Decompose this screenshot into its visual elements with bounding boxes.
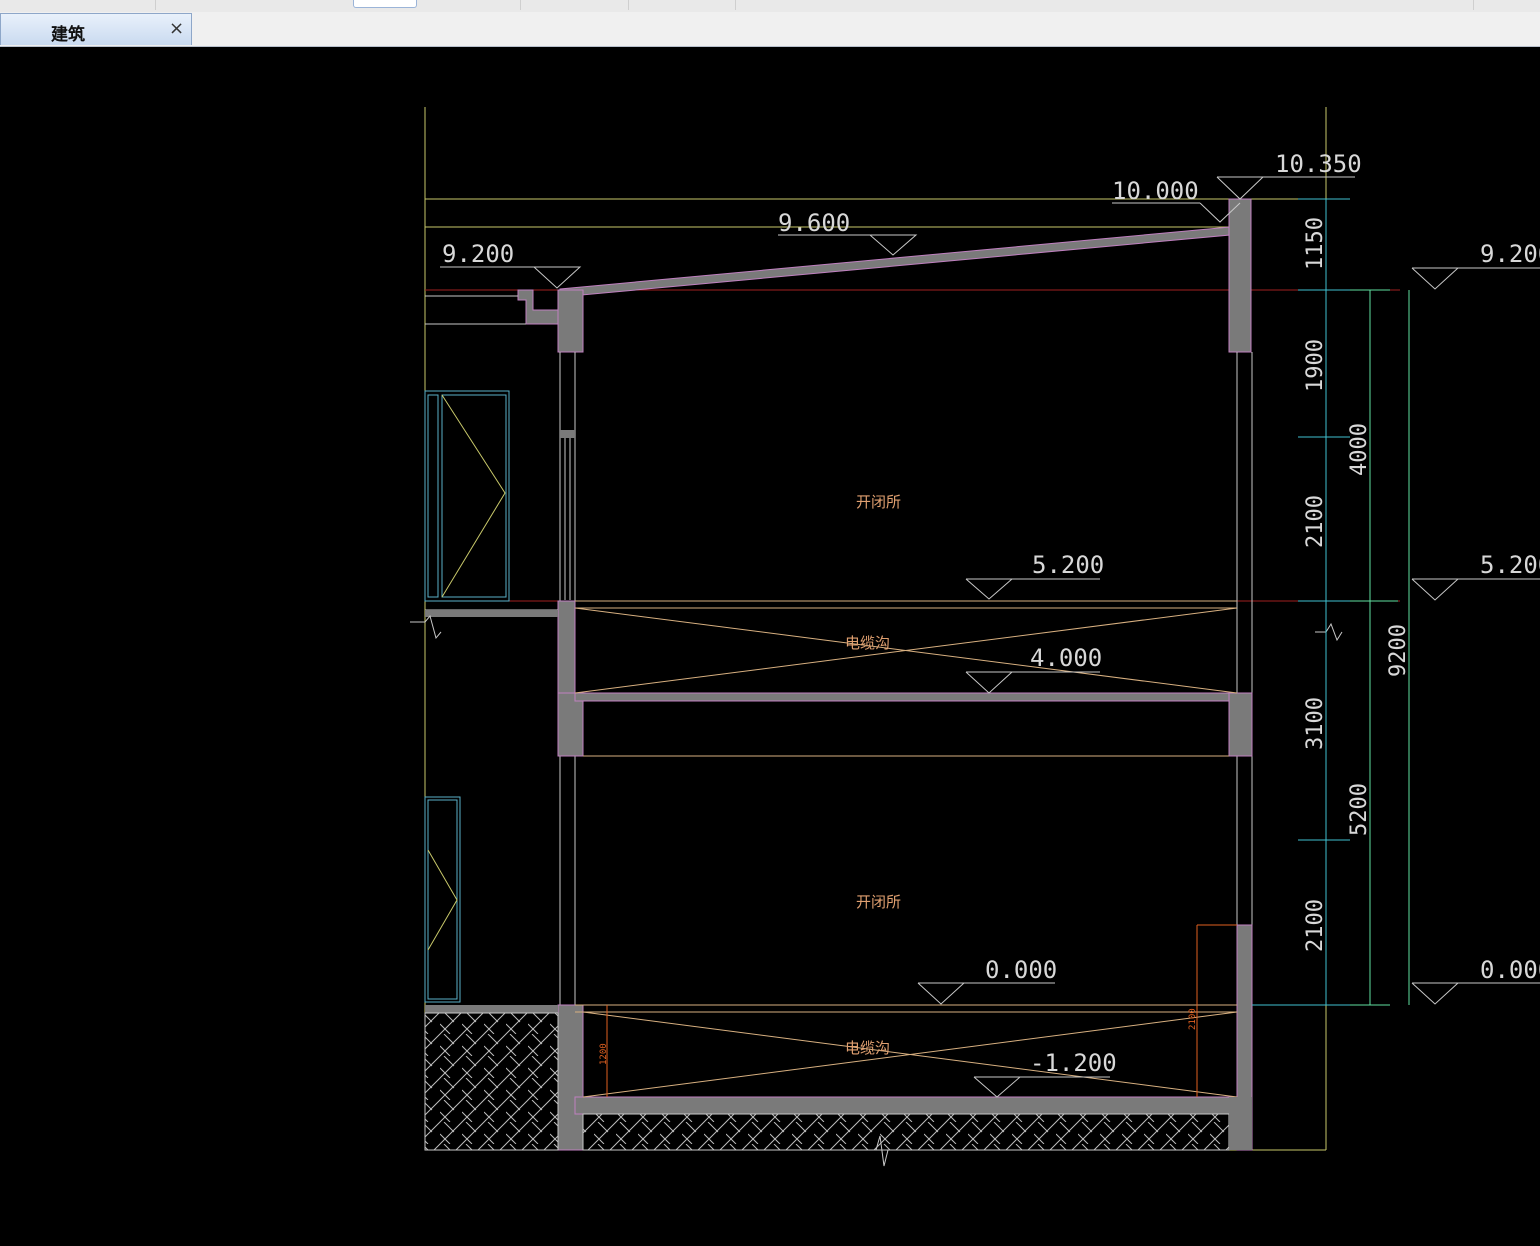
- room-label-lower: 开闭所: [856, 893, 901, 911]
- elev-top: 10.350: [1275, 150, 1362, 178]
- toolbar-separator: [628, 0, 629, 10]
- dim-2100-upper: 2100: [1303, 495, 1328, 548]
- balcony-slab: [425, 610, 558, 617]
- tab-label: 建筑: [51, 25, 85, 45]
- dim-9200: 9200: [1386, 624, 1411, 677]
- tab-architecture[interactable]: 建筑 ×: [0, 13, 192, 45]
- toolbar-field[interactable]: [353, 0, 417, 8]
- toolbar-separator: [735, 0, 736, 10]
- elev-roof-low: 9.200: [442, 240, 514, 268]
- dim-5200: 5200: [1347, 783, 1372, 836]
- floor-beam-right: [1228, 692, 1253, 757]
- parapet-right: [1228, 198, 1252, 353]
- wall-left-lower: [557, 1004, 584, 1151]
- wall-right-base: [1229, 1097, 1252, 1150]
- dim-1900: 1900: [1303, 339, 1328, 392]
- dimension-lines: [1252, 198, 1350, 1006]
- cad-drawing-canvas[interactable]: 10.350 10.000 9.600 9.200 5.200 4.000 0.…: [0, 47, 1540, 1241]
- right-elev-3: 0.000: [1480, 956, 1540, 984]
- toolbar-separator: [520, 0, 521, 10]
- right-elev-2: 5.200: [1480, 551, 1540, 579]
- elev-parapet: 10.000: [1112, 177, 1199, 205]
- room-label-upper: 开闭所: [856, 493, 901, 511]
- toolbar-separator: [1473, 0, 1474, 10]
- ground-slab-left: [425, 1005, 558, 1013]
- window-mullions: [564, 438, 571, 600]
- close-icon[interactable]: ×: [169, 18, 184, 39]
- toolbar-separator: [155, 0, 156, 10]
- trench-upper-lines: [574, 600, 1238, 757]
- dim-2100-lower: 2100: [1303, 899, 1328, 952]
- window-strip: [560, 430, 575, 438]
- wall-left-top: [557, 289, 584, 353]
- elev-first-floor: 5.200: [1032, 551, 1104, 579]
- window-frames: [424, 390, 510, 1003]
- trench-lower-lines: [575, 1004, 1238, 1098]
- walls: [559, 352, 1253, 1005]
- section-drawing: 10.350 10.000 9.600 9.200 5.200 4.000 0.…: [410, 107, 1540, 1167]
- floor-beam-left: [557, 692, 584, 757]
- hatch-soil-left: [424, 1012, 559, 1151]
- trench-slab-upper: [574, 692, 1230, 702]
- right-elev-1: 9.200: [1480, 240, 1540, 268]
- document-tab-bar: 建筑 ×: [0, 12, 1540, 47]
- elev-ground: 0.000: [985, 956, 1057, 984]
- dim-1150: 1150: [1303, 217, 1328, 270]
- roof-slab: [559, 226, 1231, 298]
- trench-slab-lower: [574, 1096, 1238, 1115]
- dim-small-1200: 1200: [599, 1043, 609, 1065]
- elev-trench-upper: 4.000: [1030, 644, 1102, 672]
- hatch-soil-bottom: [582, 1113, 1230, 1151]
- trench-label-upper: 电缆沟: [845, 634, 890, 652]
- dim-small-2100: 2100: [1188, 1008, 1198, 1030]
- dim-3100: 3100: [1303, 697, 1328, 750]
- elev-roof-high: 9.600: [778, 209, 850, 237]
- dim-4000: 4000: [1347, 423, 1372, 476]
- gutter: [517, 289, 559, 325]
- trench-label-lower: 电缆沟: [845, 1039, 890, 1057]
- elev-trench-lower: -1.200: [1030, 1049, 1117, 1077]
